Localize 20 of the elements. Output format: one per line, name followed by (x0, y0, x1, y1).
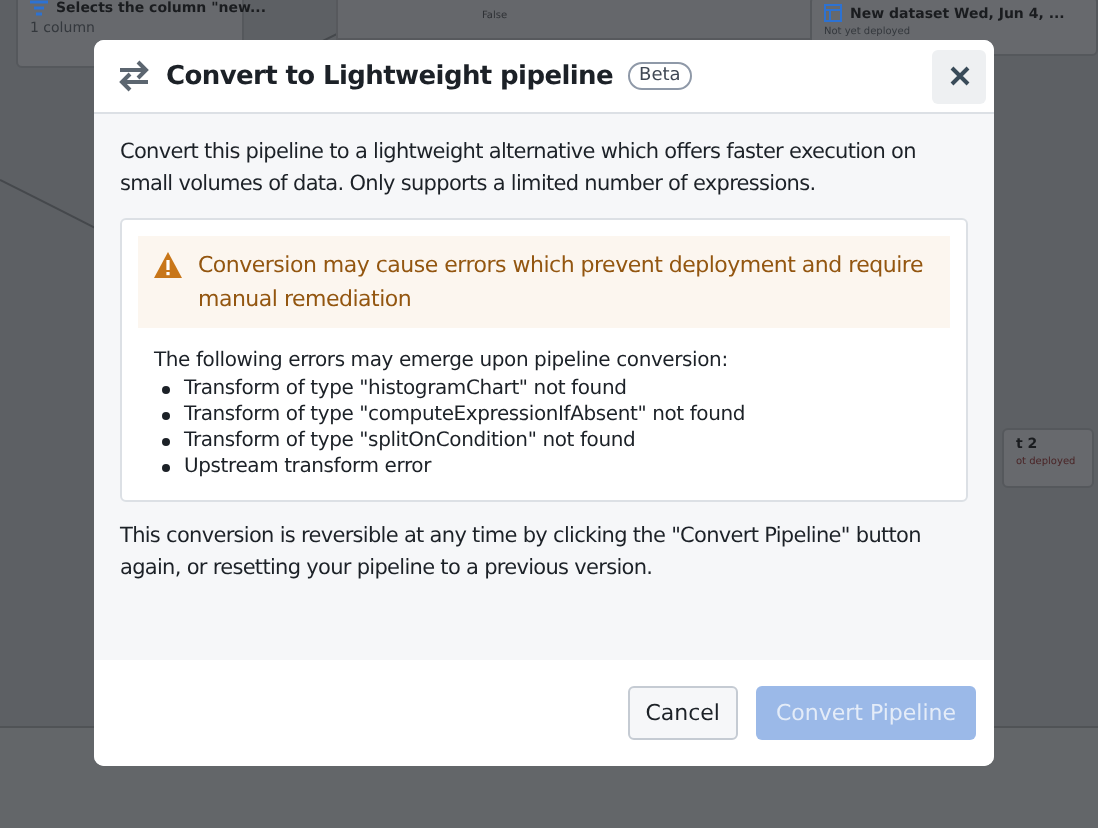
error-item: Transform of type "histogramChart" not found (184, 376, 627, 402)
filter-icon (30, 0, 48, 16)
cancel-button[interactable]: Cancel (627, 686, 738, 740)
error-item: Upstream transform error (184, 454, 432, 480)
close-button[interactable] (932, 49, 986, 103)
error-item: Transform of type "splitOnCondition" not found (184, 428, 636, 454)
description-text: Convert this pipeline to a lightweight alternative which offers faster execution on small volumes of data. Only supports a limited number of expressions. (120, 138, 918, 200)
error-item: Transform of type "computeExpressionIfAbsent" not found (184, 402, 746, 428)
bullet-icon (162, 437, 170, 445)
table-icon (824, 4, 842, 22)
swap-icon (116, 60, 152, 92)
bullet-icon (162, 385, 170, 393)
beta-tag: Beta (627, 62, 693, 90)
note-text: This conversion is reversible at any time by clicking the "Convert Pipeline" button again, or resetting your pipeline to a previous version. (120, 522, 923, 584)
bullet-icon (162, 463, 170, 471)
warning-text: Conversion may cause errors which prevent deployment and require manual remediation (198, 250, 925, 316)
errors-intro: The following errors may emerge upon pipeline conversion: (154, 348, 730, 374)
warning-icon (154, 252, 182, 278)
close-icon (949, 66, 969, 86)
bullet-icon (162, 411, 170, 419)
